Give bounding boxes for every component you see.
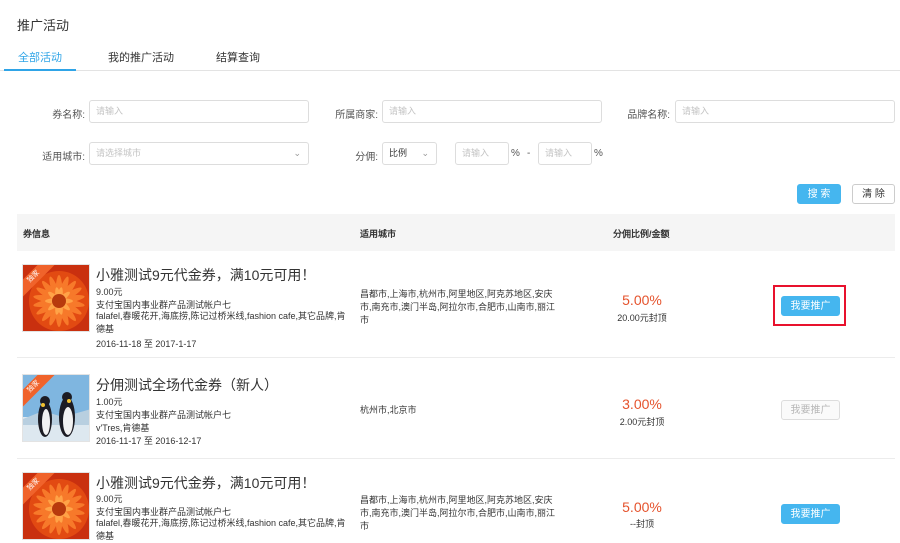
commission-ratio: 5.00% xyxy=(622,499,662,515)
merchant-field[interactable] xyxy=(382,100,602,123)
coupon-title: 分佣测试全场代金券（新人） xyxy=(96,377,278,393)
coupon-cities: 昌都市,上海市,杭州市,阿里地区,阿克苏地区,安庆市,南充市,澳门半岛,阿拉尔市… xyxy=(360,495,556,531)
coupon-account: 支付宝国内事业群产品测试帐户七 xyxy=(96,410,232,420)
coupon-brands: falafel,春暖花开,海底捞,陈记过桥米线,fashion cafe,其它品… xyxy=(96,518,346,541)
tab-bar: 全部活动 我的推广活动 结算查询 xyxy=(0,43,900,71)
coupon-price: 9.00元 xyxy=(96,287,123,297)
coupon-title: 小雅测试9元代金券，满10元可用！ xyxy=(96,475,316,491)
table-header: 券信息 适用城市 分佣比例/金额 xyxy=(17,214,895,251)
clear-button[interactable]: 清 除 xyxy=(852,184,895,204)
city-select[interactable]: 请选择城市 ⌄ xyxy=(89,142,309,165)
header-cities: 适用城市 xyxy=(360,229,397,239)
coupon-dates: 2016-11-17 至 2016-12-17 xyxy=(96,436,202,446)
coupon-name-label: 券名称: xyxy=(52,110,85,121)
promote-button-disabled[interactable]: 我要推广 xyxy=(781,400,840,420)
coupon-name-field[interactable] xyxy=(89,100,309,123)
commission-min-field[interactable] xyxy=(455,142,509,165)
header-commission: 分佣比例/金额 xyxy=(613,229,670,239)
brand-field[interactable] xyxy=(675,100,895,123)
brand-label: 品牌名称: xyxy=(627,110,670,121)
coupon-brands: falafel,春暖花开,海底捞,陈记过桥米线,fashion cafe,其它品… xyxy=(96,311,346,334)
commission-max-input[interactable] xyxy=(545,148,585,158)
coupon-cities: 昌都市,上海市,杭州市,阿里地区,阿克苏地区,安庆市,南充市,澳门半岛,阿拉尔市… xyxy=(360,289,556,325)
commission-ratio: 5.00% xyxy=(622,292,662,308)
coupon-dates: 2016-11-18 至 2017-1-17 xyxy=(96,339,197,349)
coupon-price: 9.00元 xyxy=(96,494,123,504)
commission-type-select[interactable]: 比例 ⌄ xyxy=(382,142,437,165)
coupon-price: 1.00元 xyxy=(96,397,123,407)
coupon-name-input[interactable] xyxy=(96,106,302,116)
coupon-title: 小雅测试9元代金券，满10元可用！ xyxy=(96,267,316,283)
commission-type-value: 比例 xyxy=(389,148,408,158)
table-row: 独家 分佣测试全场代金券（新人） 1.00元 支付宝国内事业群产品测试帐户七 v… xyxy=(17,358,895,459)
tab-all-activities[interactable]: 全部活动 xyxy=(18,49,62,65)
coupon-thumbnail: 独家 xyxy=(22,264,90,332)
page-title: 推广活动 xyxy=(17,18,70,33)
range-separator: - xyxy=(527,148,531,159)
coupon-cities: 杭州市,北京市 xyxy=(360,405,417,415)
promote-button[interactable]: 我要推广 xyxy=(781,504,840,524)
search-button[interactable]: 搜 索 xyxy=(797,184,841,204)
commission-max-field[interactable] xyxy=(538,142,592,165)
merchant-label: 所属商家: xyxy=(335,110,378,121)
brand-input[interactable] xyxy=(682,106,888,116)
merchant-input[interactable] xyxy=(389,106,595,116)
commission-min-unit: % xyxy=(511,148,520,159)
commission-label: 分佣: xyxy=(355,152,378,163)
coupon-thumbnail: 独家 xyxy=(22,472,90,540)
highlight-box xyxy=(773,285,846,326)
commission-min-input[interactable] xyxy=(462,148,502,158)
commission-cap: --封顶 xyxy=(630,519,654,529)
commission-cap: 20.00元封顶 xyxy=(617,313,667,323)
tab-my-promotions[interactable]: 我的推广活动 xyxy=(108,49,174,65)
table-row: 独家 小雅测试9元代金券，满10元可用！ 9.00元 支付宝国内事业群产品测试帐… xyxy=(17,251,895,358)
chevron-down-icon: ⌄ xyxy=(293,148,301,158)
active-tab-indicator xyxy=(4,69,76,71)
city-select-placeholder: 请选择城市 xyxy=(96,148,142,158)
coupon-brands: v'Tres,肯德基 xyxy=(96,423,150,433)
commission-max-unit: % xyxy=(594,148,603,159)
city-label: 适用城市: xyxy=(42,152,85,163)
table-row: 独家 小雅测试9元代金券，满10元可用！ 9.00元 支付宝国内事业群产品测试帐… xyxy=(17,459,895,543)
commission-cap: 2.00元封顶 xyxy=(619,417,665,427)
commission-ratio: 3.00% xyxy=(622,396,662,412)
tab-settlement-query[interactable]: 结算查询 xyxy=(216,49,260,65)
chevron-down-icon: ⌄ xyxy=(421,148,429,158)
coupon-thumbnail: 独家 xyxy=(22,374,90,442)
header-coupon-info: 券信息 xyxy=(23,229,51,239)
